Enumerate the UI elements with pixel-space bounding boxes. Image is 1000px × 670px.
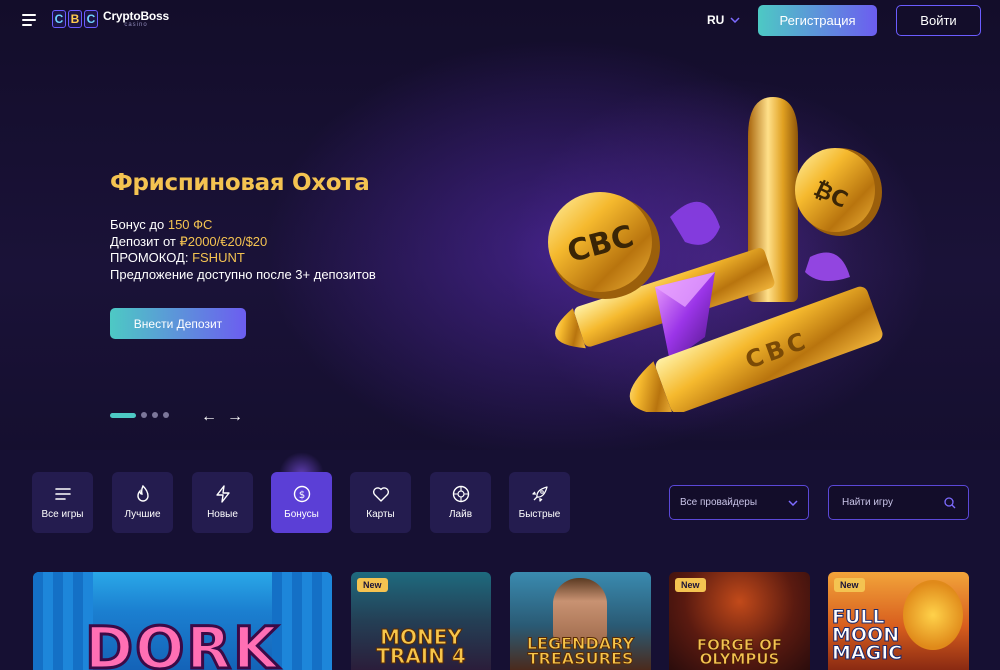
top-header: C B C CryptoBoss casino RU Регистрация В…: [0, 0, 1000, 40]
heart-icon: [372, 487, 389, 502]
category-label: Карты: [366, 509, 395, 520]
list-icon: [54, 488, 71, 500]
promo-line: ПРОМОКОД: FSHUNT: [110, 250, 376, 267]
prev-arrow-icon[interactable]: ←: [201, 408, 217, 426]
promo-highlight: ₽2000/€20/$20: [179, 233, 268, 249]
provider-select-value: Все провайдеры: [680, 497, 758, 508]
game-search: [828, 485, 969, 520]
category-label: Бонусы: [284, 509, 319, 520]
promo-code: FSHUNT: [192, 250, 245, 265]
slider-dot-active[interactable]: [110, 412, 136, 418]
logo-letter: C: [84, 10, 98, 28]
provider-select[interactable]: Все провайдеры: [669, 485, 809, 520]
search-input[interactable]: [829, 486, 939, 518]
promo-line: Предложение доступно после 3+ депозитов: [110, 266, 376, 282]
roulette-icon: [452, 485, 469, 503]
lightning-icon: [215, 485, 230, 503]
logo-wordmark: CryptoBoss casino: [103, 10, 169, 28]
game-tile[interactable]: New FULL MOON MAGIC: [828, 572, 969, 670]
slider-dot[interactable]: [152, 412, 158, 418]
game-title: FORGE OF OLYMPUS: [696, 635, 783, 668]
category-label: Все игры: [41, 509, 84, 520]
game-tile[interactable]: DORK: [33, 572, 332, 670]
game-title: MONEY TRAIN 4: [376, 625, 467, 668]
menu-icon[interactable]: [22, 13, 38, 27]
logo-letter: C: [52, 10, 66, 28]
category-best[interactable]: Лучшие: [112, 472, 173, 533]
game-character: [903, 580, 963, 650]
login-button[interactable]: Войти: [896, 5, 981, 36]
new-badge: New: [834, 578, 865, 592]
language-label: RU: [707, 13, 725, 27]
promo-line: Депозит от ₽2000/€20/$20: [110, 234, 376, 251]
logo[interactable]: C B C CryptoBoss casino: [52, 10, 169, 28]
logo-letter: B: [68, 10, 82, 28]
register-button[interactable]: Регистрация: [758, 5, 877, 36]
promo-line-text: Бонус до: [110, 217, 168, 232]
slider-dot[interactable]: [141, 412, 147, 418]
category-label: Быстрые: [518, 509, 561, 520]
rocket-icon: [531, 486, 548, 502]
search-icon[interactable]: [944, 497, 956, 509]
slider-dot[interactable]: [163, 412, 169, 418]
category-label: Новые: [207, 509, 238, 520]
category-label: Лайв: [448, 509, 473, 520]
chevron-down-icon: [730, 17, 740, 23]
promo-title: Фриспиновая Охота: [110, 170, 370, 196]
promo-line: Бонус до 150 ФС: [110, 217, 376, 234]
promo-details: Бонус до 150 ФС Депозит от ₽2000/€20/$20…: [110, 217, 376, 283]
game-tile[interactable]: LEGENDARY TREASURES: [510, 572, 651, 670]
logo-mark: C B C: [52, 10, 98, 28]
category-bonuses[interactable]: $ Бонусы: [271, 472, 332, 533]
deposit-button[interactable]: Внести Депозит: [110, 308, 246, 339]
active-tab-glow: [279, 452, 324, 474]
category-label: Лучшие: [124, 509, 161, 520]
promo-highlight: 150 ФС: [167, 217, 213, 232]
game-title: FULL MOON MAGIC: [832, 605, 903, 664]
game-title: LEGENDARY TREASURES: [526, 633, 635, 668]
promo-line-text: ПРОМОКОД:: [110, 250, 193, 265]
logo-name: CryptoBoss: [103, 9, 170, 23]
game-tile[interactable]: New MONEY TRAIN 4: [351, 572, 491, 670]
game-title: DORK: [83, 613, 281, 670]
category-fast[interactable]: Быстрые: [509, 472, 570, 533]
category-cards[interactable]: Карты: [350, 472, 411, 533]
promo-line-text: Депозит от: [110, 233, 180, 249]
game-tile[interactable]: New FORGE OF OLYMPUS: [669, 572, 810, 670]
flame-icon: [136, 485, 149, 502]
dollar-coin-icon: $: [293, 485, 310, 503]
next-arrow-icon[interactable]: →: [227, 408, 243, 426]
svg-text:$: $: [298, 490, 304, 501]
new-badge: New: [357, 578, 388, 592]
new-badge: New: [675, 578, 706, 592]
slider-dots: [110, 412, 169, 418]
chevron-down-icon: [788, 500, 798, 506]
category-live[interactable]: Лайв: [430, 472, 491, 533]
category-new[interactable]: Новые: [192, 472, 253, 533]
language-selector[interactable]: RU: [707, 13, 740, 27]
category-all-games[interactable]: Все игры: [32, 472, 93, 533]
promo-illustration: CBC ₿C CBC: [548, 97, 883, 412]
